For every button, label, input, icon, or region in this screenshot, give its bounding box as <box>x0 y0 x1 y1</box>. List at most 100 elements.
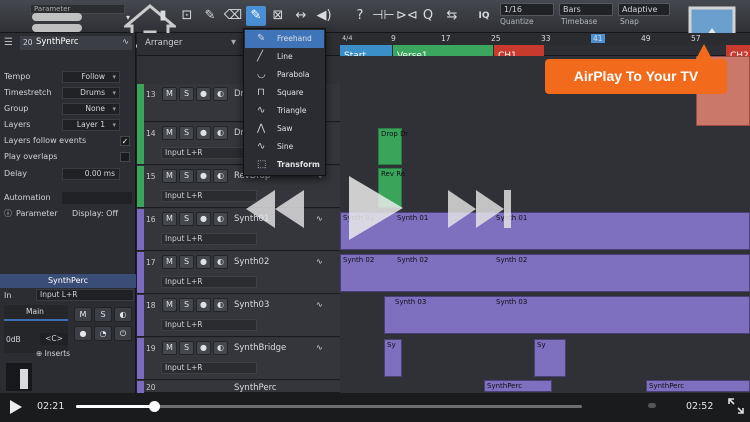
help-icon[interactable]: ? <box>350 6 370 26</box>
clip-synth02[interactable]: Synth 02 Synth 02 Synth 02 <box>340 254 750 292</box>
input-select[interactable]: Input L+R <box>36 289 134 301</box>
main-fader-line[interactable] <box>4 319 68 321</box>
track-name[interactable]: Synth03 <box>234 300 269 310</box>
mute-tool-icon[interactable]: ⊠ <box>268 6 288 26</box>
range-tool-icon[interactable]: ⊡ <box>177 6 197 26</box>
tempo-select[interactable]: Follow <box>62 71 120 83</box>
eraser-icon[interactable]: ⌫ <box>223 6 243 26</box>
solo-button[interactable]: S <box>179 298 194 312</box>
monitor-button[interactable]: ◐ <box>213 255 228 269</box>
play-icon[interactable] <box>345 173 405 243</box>
layers-follow-checkbox[interactable]: ✓ <box>120 136 130 146</box>
timeline-ruler[interactable]: 4/4 9 17 25 33 41 49 57 <box>340 33 750 45</box>
monitor-button[interactable]: ◐ <box>213 169 228 183</box>
fullscreen-icon[interactable] <box>728 398 744 414</box>
seek-handle[interactable] <box>148 401 160 412</box>
track-name[interactable]: Synth02 <box>234 257 269 267</box>
split-tool-icon[interactable]: ✎ <box>200 6 220 26</box>
mute-button[interactable]: M <box>162 87 177 101</box>
listen-tool-icon[interactable]: ◀) <box>314 6 334 26</box>
bend-tool-icon[interactable]: ↔ <box>291 6 311 26</box>
chevron-down-icon[interactable]: ▾ <box>231 37 243 49</box>
menu-item-saw[interactable]: ⋀ Saw <box>245 120 324 138</box>
record-button[interactable]: ● <box>196 87 211 101</box>
monitor-button[interactable]: ◐ <box>213 126 228 140</box>
menu-item-freehand[interactable]: ✎ Freehand <box>245 30 324 48</box>
track-name[interactable]: SynthPerc <box>234 383 277 393</box>
clip-bridge[interactable]: Sy <box>534 339 566 377</box>
power-button[interactable]: ⏻ <box>114 326 132 341</box>
mute-button[interactable]: M <box>162 341 177 355</box>
delay-field[interactable]: 0.00 ms <box>62 168 120 180</box>
solo-button[interactable]: S <box>94 307 112 322</box>
group-select[interactable]: None <box>62 103 120 115</box>
record-button[interactable]: ● <box>74 326 92 341</box>
solo-button[interactable]: S <box>179 341 194 355</box>
quantize-select[interactable]: 1/16 <box>500 3 554 16</box>
solo-button[interactable]: S <box>179 212 194 226</box>
quantize-tool-icon[interactable]: Q <box>418 6 438 26</box>
track-name[interactable]: SynthBridge <box>234 343 286 353</box>
menu-item-parabola[interactable]: ◡ Parabola <box>245 66 324 84</box>
layers-select[interactable]: Layer 1 <box>62 119 120 131</box>
track-row[interactable]: 18 M S ● ◐ Synth03 ∿ Input L+R <box>137 295 340 337</box>
play-overlaps-checkbox[interactable] <box>120 152 130 162</box>
volume-indicator[interactable] <box>648 403 656 408</box>
mute-button[interactable]: M <box>162 169 177 183</box>
timebase-select[interactable]: Bars <box>559 3 613 16</box>
track-row[interactable]: 19 M S ● ◐ SynthBridge ∿ Input L+R <box>137 338 340 380</box>
mute-button[interactable]: M <box>74 307 92 322</box>
menu-item-sine[interactable]: ∿ Sine <box>245 138 324 156</box>
volume-fader-cap[interactable] <box>20 369 28 389</box>
menu-item-square[interactable]: ⊓ Square <box>245 84 324 102</box>
clip-bridge[interactable]: Sy <box>384 339 402 377</box>
monitor-input-button[interactable]: ◔ <box>94 326 112 341</box>
solo-button[interactable]: S <box>179 126 194 140</box>
inserts-row[interactable]: ⊕ Inserts <box>36 348 136 360</box>
track-input[interactable]: Input L+R <box>161 276 257 288</box>
clip-synth03[interactable]: Synth 03 Synth 03 <box>384 296 750 334</box>
solo-button[interactable]: S <box>179 255 194 269</box>
transient-icon[interactable]: ⊳⊲ <box>396 6 418 26</box>
monitor-button[interactable]: ◐ <box>213 87 228 101</box>
record-button[interactable]: ● <box>196 255 211 269</box>
pan-value[interactable]: <C> <box>40 333 68 345</box>
record-button[interactable]: ● <box>196 169 211 183</box>
clip-synthperc[interactable]: SynthPerc <box>484 380 552 392</box>
track-row[interactable]: 17 M S ● ◐ Synth02 ∿ Input L+R <box>137 252 340 294</box>
record-button[interactable]: ● <box>196 126 211 140</box>
monitor-button[interactable]: ◐ <box>213 341 228 355</box>
record-button[interactable]: ● <box>196 298 211 312</box>
timestretch-select[interactable]: Drums <box>62 87 120 99</box>
solo-button[interactable]: S <box>179 169 194 183</box>
gain-value[interactable]: 0dB <box>6 335 21 344</box>
playhead-marker[interactable]: 41 <box>591 34 605 43</box>
solo-button[interactable]: S <box>179 87 194 101</box>
menu-item-transform[interactable]: ⬚ Transform <box>245 156 324 174</box>
menu-item-line[interactable]: ╱ Line <box>245 48 324 66</box>
parameter-display[interactable]: Display: Off <box>72 206 118 222</box>
rewind-icon[interactable] <box>242 186 308 232</box>
monitor-button[interactable]: ◐ <box>213 298 228 312</box>
menu-icon[interactable]: ☰ <box>4 37 13 48</box>
menu-item-triangle[interactable]: ∿ Triangle <box>245 102 324 120</box>
mute-button[interactable]: M <box>162 298 177 312</box>
track-input[interactable]: Input L+R <box>161 233 257 245</box>
mute-button[interactable]: M <box>162 255 177 269</box>
fast-forward-icon[interactable] <box>446 186 514 232</box>
iq-button[interactable]: IQ <box>474 6 494 26</box>
mute-button[interactable]: M <box>162 126 177 140</box>
track-input[interactable]: Input L+R <box>161 362 257 374</box>
snap-select[interactable]: Adaptive <box>618 3 670 16</box>
mute-button[interactable]: M <box>162 212 177 226</box>
paint-tool-icon[interactable]: ✎ <box>246 6 266 26</box>
track-input[interactable]: Input L+R <box>161 319 257 331</box>
clip-drop[interactable]: Drop Dr <box>378 128 408 165</box>
play-button[interactable] <box>9 399 23 415</box>
loop-tool-icon[interactable]: ⇆ <box>442 6 462 26</box>
monitor-button[interactable]: ◐ <box>213 212 228 226</box>
record-button[interactable]: ● <box>196 341 211 355</box>
track-row[interactable]: 16 M S ● ◐ Synth01 ∿ Input L+R <box>137 209 340 251</box>
monitor-button[interactable]: ◐ <box>114 307 132 322</box>
clip-synthperc[interactable]: SynthPerc <box>646 380 750 392</box>
